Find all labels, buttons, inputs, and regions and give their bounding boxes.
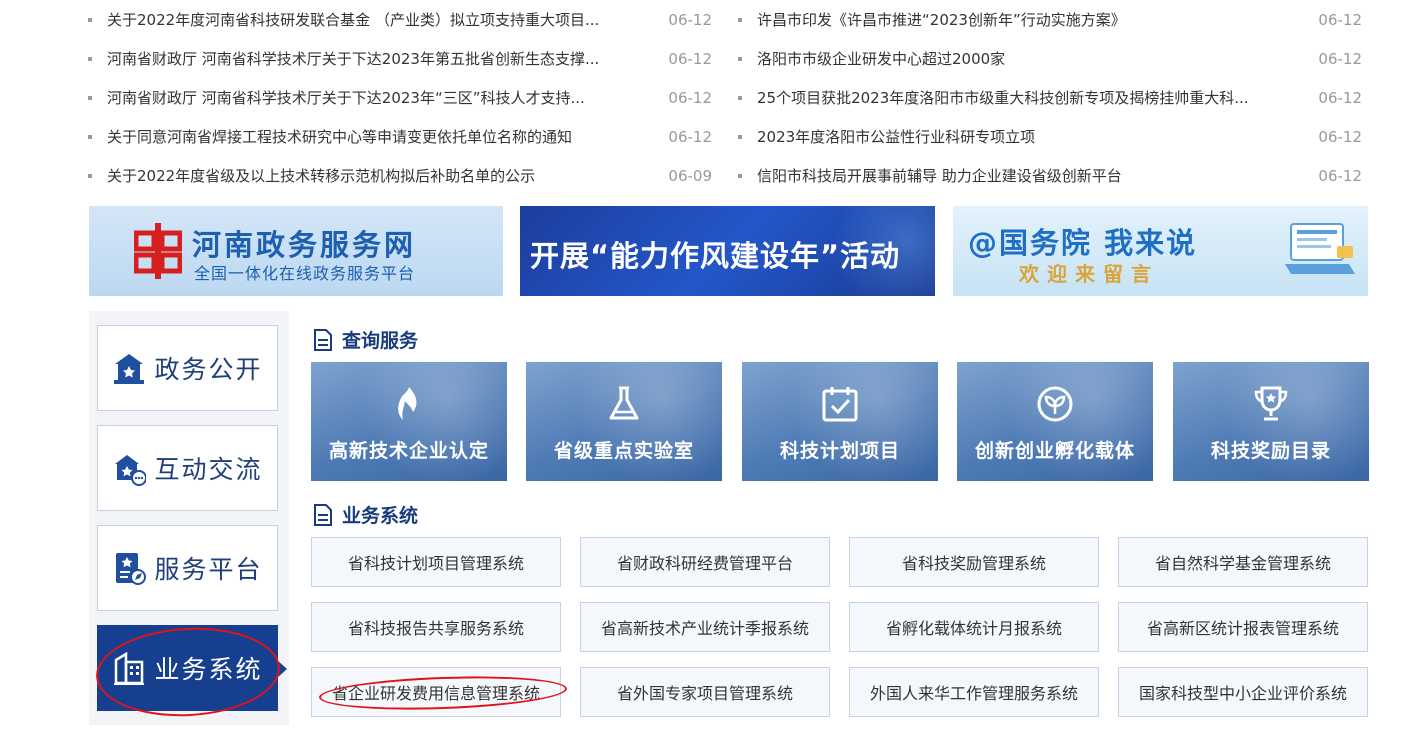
system-link[interactable]: 省孵化载体统计月报系统 [849, 602, 1099, 652]
system-link[interactable]: 省科技计划项目管理系统 [311, 537, 561, 587]
banner-state-council-subtitle: 欢迎来留言 [1019, 262, 1159, 286]
system-link[interactable]: 省自然科学基金管理系统 [1118, 537, 1368, 587]
news-title[interactable]: 关于2022年度省级及以上技术转移示范机构拟后补助名单的公示 [107, 165, 668, 186]
tile-high-tech-enterprise[interactable]: 高新技术企业认定 [311, 362, 507, 481]
system-link[interactable]: 外国人来华工作管理服务系统 [849, 667, 1099, 717]
chat-building-icon [115, 455, 147, 486]
news-title[interactable]: 2023年度洛阳市公益性行业科研专项立项 [757, 126, 1318, 147]
banner-state-council[interactable]: @国务院 我来说 欢迎来留言 [953, 206, 1368, 296]
bullet-icon [88, 173, 92, 178]
bullet-icon [88, 134, 92, 139]
side-nav-business-systems[interactable]: 业务系统 [97, 625, 287, 711]
bullet-icon [88, 17, 92, 22]
side-nav-gov-affairs[interactable]: 政务公开 [97, 325, 278, 411]
news-item[interactable]: 许昌市印发《许昌市推进“2023创新年”行动实施方案》 06-12 [738, 0, 1362, 39]
bullet-icon [88, 95, 92, 100]
sprout-icon [1037, 386, 1073, 422]
news-item[interactable]: 关于2022年度省级及以上技术转移示范机构拟后补助名单的公示 06-09 [88, 156, 712, 195]
tile-label: 科技计划项目 [779, 440, 900, 462]
buildings-icon [114, 651, 145, 685]
banner-campaign[interactable]: 开展“能力作风建设年”活动 [520, 206, 935, 296]
system-link[interactable]: 省高新区统计报表管理系统 [1118, 602, 1368, 652]
news-list-right: 许昌市印发《许昌市推进“2023创新年”行动实施方案》 06-12 洛阳市市级企业… [738, 0, 1362, 195]
system-link[interactable]: 省财政科研经费管理平台 [580, 537, 830, 587]
banner-gov-service-title: 河南政务服务网 [192, 228, 417, 262]
news-title[interactable]: 许昌市印发《许昌市推进“2023创新年”行动实施方案》 [757, 9, 1318, 30]
document-icon [314, 328, 332, 351]
system-link[interactable]: 省外国专家项目管理系统 [580, 667, 830, 717]
news-date: 06-12 [668, 49, 712, 68]
news-date: 06-12 [1318, 88, 1362, 107]
side-nav: 政务公开 互动交流 服务平台 业务系统 [89, 311, 289, 725]
calendar-check-icon [822, 387, 858, 422]
system-link[interactable]: 省科技报告共享服务系统 [311, 602, 561, 652]
news-item[interactable]: 信阳市科技局开展事前辅导 助力企业建设省级创新平台 06-12 [738, 156, 1362, 195]
building-star-icon [114, 354, 145, 384]
tile-label: 创新创业孵化载体 [974, 440, 1135, 462]
news-date: 06-12 [668, 10, 712, 29]
news-title[interactable]: 25个项目获批2023年度洛阳市市级重大科技创新专项及揭榜挂帅重大科... [757, 87, 1318, 108]
section-title-text: 业务系统 [342, 505, 419, 527]
side-nav-interaction[interactable]: 互动交流 [97, 425, 278, 511]
banner-gov-service[interactable]: 河南政务服务网 全国一体化在线政务服务平台 [89, 206, 503, 296]
news-title[interactable]: 河南省财政厅 河南省科学技术厅关于下达2023年第五批省创新生态支撑... [107, 48, 668, 69]
tile-award-catalog[interactable]: 科技奖励目录 [1173, 362, 1369, 481]
tile-incubator[interactable]: 创新创业孵化载体 [957, 362, 1153, 481]
tile-label: 省级重点实验室 [553, 440, 694, 462]
bullet-icon [738, 17, 742, 22]
bullet-icon [738, 134, 742, 139]
news-title[interactable]: 洛阳市市级企业研发中心超过2000家 [757, 48, 1318, 69]
system-link[interactable]: 省高新技术产业统计季报系统 [580, 602, 830, 652]
news-title[interactable]: 信阳市科技局开展事前辅导 助力企业建设省级创新平台 [757, 165, 1318, 186]
bullet-icon [738, 95, 742, 100]
system-link[interactable]: 国家科技型中小企业评价系统 [1118, 667, 1368, 717]
news-date: 06-12 [668, 127, 712, 146]
document-icon [314, 503, 332, 526]
news-item[interactable]: 洛阳市市级企业研发中心超过2000家 06-12 [738, 39, 1362, 78]
banner-state-council-title: @国务院 我来说 [968, 226, 1198, 260]
news-item[interactable]: 关于同意河南省焊接工程技术研究中心等申请变更依托单位名称的通知 06-12 [88, 117, 712, 156]
bullet-icon [738, 173, 742, 178]
side-nav-label: 政务公开 [154, 355, 263, 384]
system-link-rd-expense[interactable]: 省企业研发费用信息管理系统 [311, 667, 561, 717]
flame-icon [398, 387, 417, 420]
flask-icon [609, 386, 639, 420]
laptop-icon [1285, 223, 1355, 274]
banner-campaign-title: 开展“能力作风建设年”活动 [530, 239, 901, 273]
news-date: 06-12 [1318, 127, 1362, 146]
document-compass-icon [116, 553, 147, 585]
side-nav-label: 业务系统 [154, 655, 263, 684]
news-date: 06-12 [1318, 49, 1362, 68]
side-nav-label: 服务平台 [154, 555, 263, 584]
news-item[interactable]: 河南省财政厅 河南省科学技术厅关于下达2023年第五批省创新生态支撑... 06-… [88, 39, 712, 78]
news-date: 06-09 [668, 166, 712, 185]
news-date: 06-12 [1318, 166, 1362, 185]
news-title[interactable]: 关于同意河南省焊接工程技术研究中心等申请变更依托单位名称的通知 [107, 126, 668, 147]
section-title-systems: 业务系统 [313, 501, 418, 528]
section-title-text: 查询服务 [342, 330, 419, 352]
bullet-icon [738, 56, 742, 61]
section-title-query: 查询服务 [313, 326, 418, 353]
news-item[interactable]: 2023年度洛阳市公益性行业科研专项立项 06-12 [738, 117, 1362, 156]
news-item[interactable]: 25个项目获批2023年度洛阳市市级重大科技创新专项及揭榜挂帅重大科... 06-… [738, 78, 1362, 117]
bullet-icon [88, 56, 92, 61]
banner-gov-service-subtitle: 全国一体化在线政务服务平台 [194, 264, 416, 283]
news-title[interactable]: 关于2022年度河南省科技研发联合基金 （产业类）拟立项支持重大项目... [107, 9, 668, 30]
tile-key-laboratory[interactable]: 省级重点实验室 [526, 362, 722, 481]
tile-label: 高新技术企业认定 [328, 440, 489, 462]
news-item[interactable]: 河南省财政厅 河南省科学技术厅关于下达2023年“三区”科技人才支持... 06-… [88, 78, 712, 117]
system-link[interactable]: 省科技奖励管理系统 [849, 537, 1099, 587]
side-nav-service-platform[interactable]: 服务平台 [97, 525, 278, 611]
trophy-icon [1254, 386, 1288, 421]
news-title[interactable]: 河南省财政厅 河南省科学技术厅关于下达2023年“三区”科技人才支持... [107, 87, 668, 108]
news-date: 06-12 [1318, 10, 1362, 29]
tile-label: 科技奖励目录 [1210, 440, 1331, 462]
gov-service-logo-icon [134, 223, 182, 279]
side-nav-label: 互动交流 [154, 455, 263, 484]
tile-sci-tech-plan[interactable]: 科技计划项目 [742, 362, 938, 481]
news-item[interactable]: 关于2022年度河南省科技研发联合基金 （产业类）拟立项支持重大项目... 06-… [88, 0, 712, 39]
news-list-left: 关于2022年度河南省科技研发联合基金 （产业类）拟立项支持重大项目... 06-… [88, 0, 712, 195]
news-date: 06-12 [668, 88, 712, 107]
